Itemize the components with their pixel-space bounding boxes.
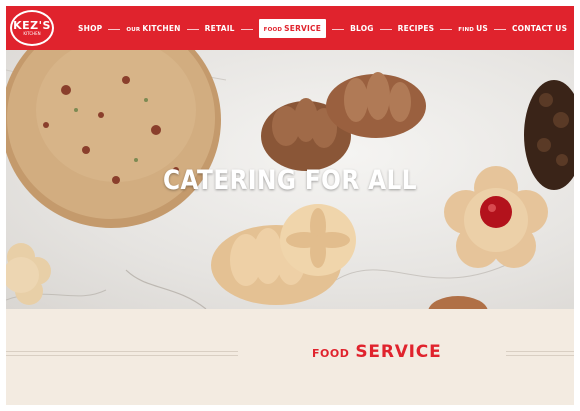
nav-item-label: KITCHEN xyxy=(142,23,181,33)
nav-item-recipes[interactable]: RECIPES xyxy=(398,24,435,33)
main-menu: SHOP OUR KITCHEN RETAIL FOOD SERVICE BLO… xyxy=(78,6,567,50)
nav-separator xyxy=(186,28,199,30)
top-navigation: KEZ'S KITCHEN SHOP OUR KITCHEN RETAIL FO… xyxy=(6,6,574,50)
nav-separator xyxy=(440,28,453,30)
nav-separator xyxy=(108,28,121,30)
nav-separator xyxy=(240,28,253,30)
page-frame: KEZ'S KITCHEN SHOP OUR KITCHEN RETAIL FO… xyxy=(6,6,574,405)
nav-item-prefix: FIND xyxy=(458,26,475,33)
nav-item-label: CONTACT US xyxy=(511,23,568,33)
nav-item-prefix: OUR xyxy=(126,26,141,33)
nav-item-blog[interactable]: BLOG xyxy=(350,24,374,33)
hero-title: CATERING FOR ALL xyxy=(162,165,418,196)
nav-item-shop[interactable]: SHOP xyxy=(78,24,102,33)
section-heading: FOOD SERVICE xyxy=(312,342,441,362)
section-heading-main: SERVICE xyxy=(355,342,442,362)
nav-item-label: BLOG xyxy=(350,23,374,33)
nav-item-contact-us[interactable]: CONTACT US xyxy=(512,24,567,33)
hero-banner: CATERING FOR ALL xyxy=(6,50,574,309)
nav-item-food-service[interactable]: FOOD SERVICE xyxy=(258,18,327,38)
nav-item-label: SHOP xyxy=(78,23,103,33)
food-service-section: FOOD SERVICE xyxy=(6,309,574,405)
divider-line xyxy=(6,351,238,356)
nav-item-label: US xyxy=(476,23,488,33)
nav-separator xyxy=(493,28,506,30)
logo-tagline: KITCHEN xyxy=(23,31,41,36)
nav-item-label: SERVICE xyxy=(284,23,322,33)
nav-item-prefix: FOOD xyxy=(263,26,283,33)
nav-item-retail[interactable]: RETAIL xyxy=(205,24,235,33)
nav-item-our-kitchen[interactable]: OUR KITCHEN xyxy=(126,24,180,33)
divider-line xyxy=(506,351,574,356)
nav-separator xyxy=(379,28,392,30)
nav-item-label: RETAIL xyxy=(204,23,235,33)
kezs-logo[interactable]: KEZ'S KITCHEN xyxy=(10,10,54,46)
section-heading-prefix: FOOD xyxy=(312,347,350,360)
logo-name: KEZ'S xyxy=(13,19,51,32)
nav-item-label: RECIPES xyxy=(397,23,435,33)
nav-item-find-us[interactable]: FIND US xyxy=(458,24,488,33)
nav-separator xyxy=(332,28,345,30)
